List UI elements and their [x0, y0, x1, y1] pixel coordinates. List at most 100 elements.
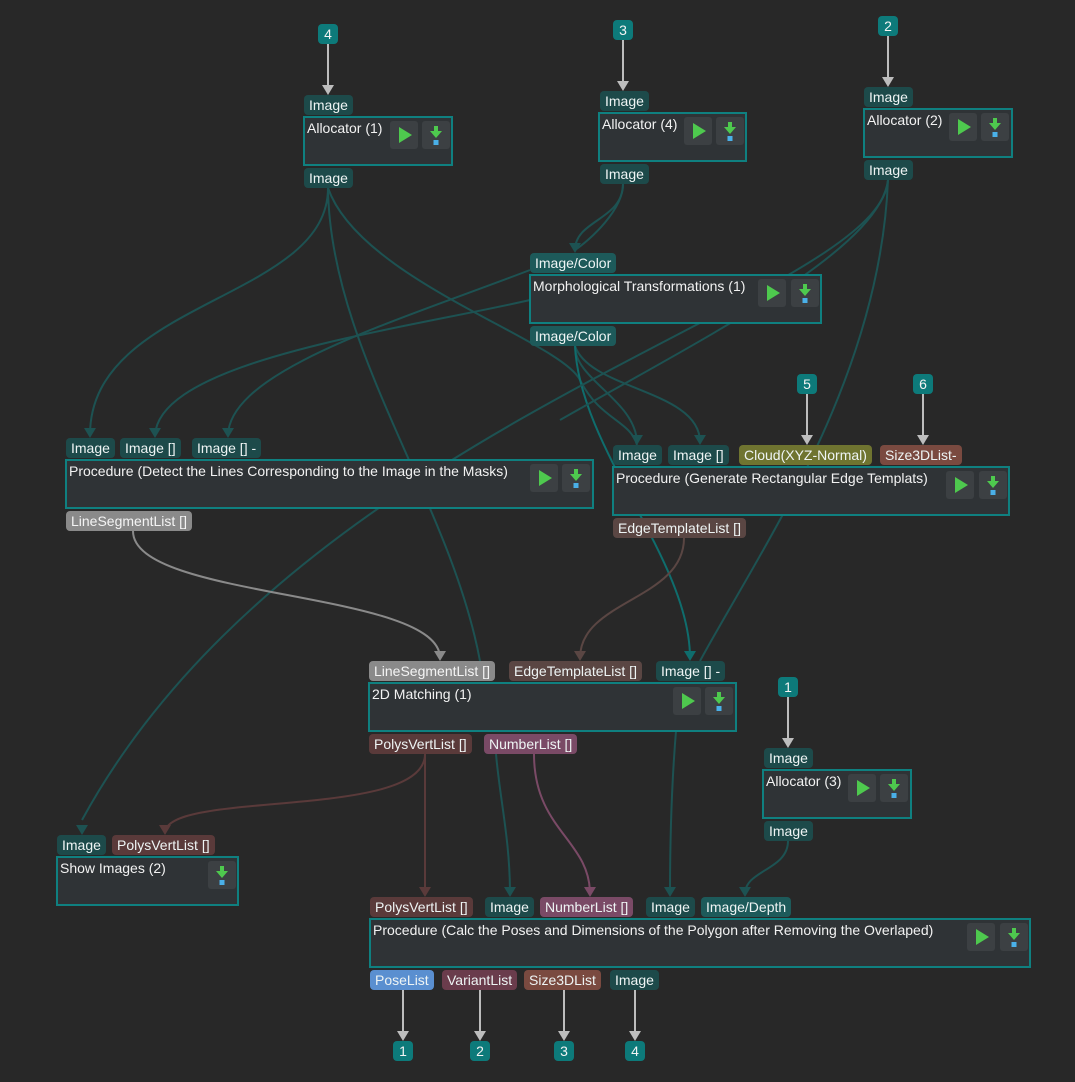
detect-input-image[interactable]: Image: [66, 438, 115, 458]
download-button[interactable]: [208, 861, 236, 889]
wire-input-2-arrowhead: [882, 77, 894, 87]
calc-input-image-1[interactable]: Image: [485, 897, 534, 917]
wire-input-6-arrowhead: [917, 435, 929, 445]
allocator1-output-image[interactable]: Image: [304, 168, 353, 188]
generate-input-size3dlist[interactable]: Size3DList-: [880, 445, 962, 465]
node-allocator-2[interactable]: Allocator (2): [863, 108, 1013, 158]
node-title: Allocator (4): [602, 116, 678, 132]
node-allocator-1[interactable]: Allocator (1): [303, 116, 453, 166]
wire-matching-calc-polys-arrowhead: [419, 887, 431, 897]
calc-output-pose-list[interactable]: PoseList: [370, 970, 434, 990]
allocator4-output-image[interactable]: Image: [600, 164, 649, 184]
wire-detect-matching-lines: [132, 530, 441, 659]
calc-input-number-list[interactable]: NumberList []: [540, 897, 634, 917]
run-button[interactable]: [946, 471, 974, 499]
generate-output-edge-template-list[interactable]: EdgeTemplateList []: [613, 518, 746, 538]
allocator3-output-image[interactable]: Image: [764, 821, 813, 841]
input-badge-1[interactable]: 1: [778, 677, 798, 697]
wire-input-3-arrowhead: [617, 81, 629, 91]
download-button[interactable]: [716, 117, 744, 145]
wire-output-3-arrowhead: [558, 1031, 570, 1041]
show-input-image[interactable]: Image: [57, 835, 106, 855]
show-input-polys-vert-list[interactable]: PolysVertList []: [112, 835, 215, 855]
wire-alloc2-b: [699, 179, 889, 662]
calc-output-image[interactable]: Image: [610, 970, 659, 990]
wire-alloc1-detect-image-arrowhead: [84, 428, 96, 438]
run-button[interactable]: [949, 113, 977, 141]
download-button[interactable]: [1000, 923, 1028, 951]
run-button[interactable]: [967, 923, 995, 951]
generate-input-image[interactable]: Image: [613, 445, 662, 465]
detect-output-line-segment-list[interactable]: LineSegmentList []: [66, 511, 192, 531]
run-button[interactable]: [684, 117, 712, 145]
node-allocator-3[interactable]: Allocator (3): [762, 769, 912, 819]
download-button[interactable]: [705, 687, 733, 715]
node-procedure-detect-lines[interactable]: Procedure (Detect the Lines Correspondin…: [65, 459, 594, 509]
output-badge-2[interactable]: 2: [470, 1041, 490, 1061]
node-allocator-4[interactable]: Allocator (4): [598, 112, 747, 162]
wire-alloc2-a-arrowhead: [76, 825, 88, 835]
output-badge-1[interactable]: 1: [393, 1041, 413, 1061]
wire-detect-matching-lines-arrowhead: [434, 651, 446, 661]
calc-output-size3dlist[interactable]: Size3DList: [524, 970, 601, 990]
download-button[interactable]: [979, 471, 1007, 499]
download-button[interactable]: [562, 464, 590, 492]
wire-matching-calc-numbers: [533, 753, 591, 895]
wire-morph-detect-list2-arrowhead: [222, 428, 234, 438]
allocator2-input-image[interactable]: Image: [864, 87, 913, 107]
input-badge-2[interactable]: 2: [878, 16, 898, 36]
run-button[interactable]: [673, 687, 701, 715]
morph-output-image-color[interactable]: Image/Color: [530, 326, 617, 346]
output-badge-4[interactable]: 4: [625, 1041, 645, 1061]
calc-input-image-2[interactable]: Image: [646, 897, 695, 917]
download-button[interactable]: [981, 113, 1009, 141]
generate-input-image-list[interactable]: Image []: [668, 445, 729, 465]
wire-morph-detect-list2: [227, 269, 531, 436]
download-button[interactable]: [880, 774, 908, 802]
matching-input-image-list[interactable]: Image [] -: [656, 661, 726, 681]
node-title: Allocator (1): [307, 120, 383, 136]
calc-input-image-depth[interactable]: Image/Depth: [701, 897, 792, 917]
matching-input-line-segment-list[interactable]: LineSegmentList []: [369, 661, 495, 681]
calc-input-polys-vert-list[interactable]: PolysVertList []: [370, 897, 473, 917]
matching-output-number-list[interactable]: NumberList []: [484, 734, 578, 754]
node-procedure-generate-edge-templates[interactable]: Procedure (Generate Rectangular Edge Tem…: [612, 466, 1010, 516]
detect-input-image-list-optional[interactable]: Image [] -: [192, 438, 262, 458]
matching-output-polys-vert-list[interactable]: PolysVertList []: [369, 734, 472, 754]
run-button[interactable]: [758, 279, 786, 307]
allocator3-input-image[interactable]: Image: [764, 748, 813, 768]
detect-input-image-list[interactable]: Image []: [120, 438, 181, 458]
wire-morph-generate-image-arrowhead: [631, 435, 643, 445]
wire-morph-generate-list-arrowhead: [694, 435, 706, 445]
node-show-images[interactable]: Show Images (2): [56, 856, 239, 906]
wire-morph-detect-list-arrowhead: [149, 428, 161, 438]
run-button[interactable]: [530, 464, 558, 492]
node-title: Allocator (2): [867, 112, 943, 128]
matching-input-edge-template-list[interactable]: EdgeTemplateList []: [509, 661, 642, 681]
input-badge-6[interactable]: 6: [913, 374, 933, 394]
output-badge-3[interactable]: 3: [554, 1041, 574, 1061]
node-title: Procedure (Detect the Lines Correspondin…: [69, 463, 508, 479]
allocator4-input-image[interactable]: Image: [600, 91, 649, 111]
node-2d-matching[interactable]: 2D Matching (1): [368, 682, 737, 732]
wire-generate-matching-edges-arrowhead: [574, 651, 586, 661]
download-button[interactable]: [422, 121, 450, 149]
calc-output-variant-list[interactable]: VariantList: [442, 970, 518, 990]
run-button[interactable]: [848, 774, 876, 802]
input-badge-5[interactable]: 5: [797, 374, 817, 394]
run-button[interactable]: [390, 121, 418, 149]
node-procedure-calc-poses[interactable]: Procedure (Calc the Poses and Dimensions…: [369, 918, 1031, 968]
wire-alloc1-matching: [327, 187, 481, 662]
morph-input-image-color[interactable]: Image/Color: [530, 253, 617, 273]
wire-output-2-arrowhead: [474, 1031, 486, 1041]
wire-output-4-arrowhead: [629, 1031, 641, 1041]
generate-input-cloud[interactable]: Cloud(XYZ-Normal): [739, 445, 872, 465]
allocator2-output-image[interactable]: Image: [864, 160, 913, 180]
wire-alloc1-detect-image: [89, 187, 329, 436]
allocator1-input-image[interactable]: Image: [304, 95, 353, 115]
download-button[interactable]: [791, 279, 819, 307]
wire-alloc4-morph-b: [574, 183, 624, 251]
input-badge-3[interactable]: 3: [613, 20, 633, 40]
node-morphological-transformations[interactable]: Morphological Transformations (1): [529, 274, 822, 324]
input-badge-4[interactable]: 4: [318, 24, 338, 44]
